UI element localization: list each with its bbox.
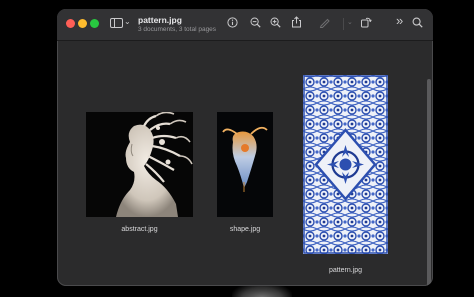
abstract-thumbnail[interactable] xyxy=(86,112,193,217)
preview-window: ⌄ pattern.jpg 3 documents, 3 total pages xyxy=(57,9,433,286)
markup-icon[interactable] xyxy=(319,17,331,28)
markup-chevron-icon[interactable]: ⌄ xyxy=(347,16,353,30)
window-subtitle: 3 documents, 3 total pages xyxy=(138,26,217,33)
vertical-scrollbar[interactable] xyxy=(427,79,431,286)
share-icon[interactable] xyxy=(291,16,302,28)
minimize-window-button[interactable] xyxy=(78,19,87,28)
document-grid: abstract.jpg shape.jpg pattern.jpg xyxy=(57,41,433,286)
info-icon[interactable] xyxy=(227,17,238,28)
toolbar: ⌄ pattern.jpg 3 documents, 3 total pages xyxy=(57,9,433,41)
rotate-icon[interactable] xyxy=(360,16,372,28)
more-icon[interactable]: » xyxy=(396,14,403,28)
shape-thumbnail[interactable] xyxy=(217,112,273,217)
toolbar-separator xyxy=(343,18,344,30)
chevron-down-icon[interactable]: ⌄ xyxy=(124,17,131,26)
zoom-in-icon[interactable] xyxy=(270,17,281,28)
pattern-caption: pattern.jpg xyxy=(328,267,363,274)
pattern-thumbnail[interactable] xyxy=(303,75,388,254)
zoom-out-icon[interactable] xyxy=(250,17,261,28)
maximize-window-button[interactable] xyxy=(90,19,99,28)
search-icon[interactable] xyxy=(412,17,423,28)
window-title: pattern.jpg xyxy=(138,15,182,25)
sidebar-toggle-icon[interactable] xyxy=(110,18,123,28)
abstract-caption: abstract.jpg xyxy=(121,226,158,233)
shape-caption: shape.jpg xyxy=(229,226,261,233)
close-window-button[interactable] xyxy=(66,19,75,28)
